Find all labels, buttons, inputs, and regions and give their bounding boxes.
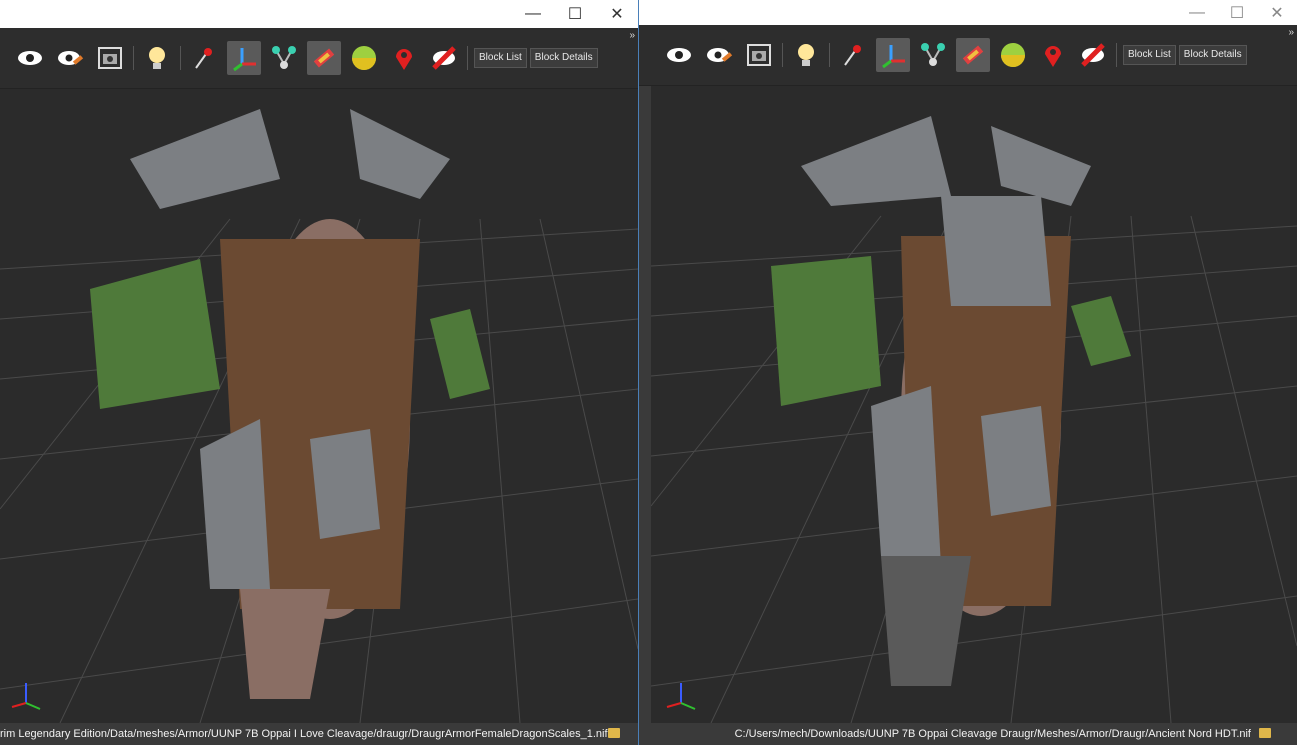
render-viewport[interactable] xyxy=(651,86,1297,723)
maximize-button[interactable]: ☐ xyxy=(1217,0,1257,25)
armor-model-render xyxy=(0,109,638,723)
eye-edit-icon[interactable] xyxy=(53,41,87,75)
minimize-button[interactable]: — xyxy=(512,0,554,28)
folder-icon[interactable] xyxy=(1259,728,1271,738)
file-path-label: rim Legendary Edition/Data/meshes/Armor/… xyxy=(0,728,608,740)
toolbar: Block List Block Details » xyxy=(0,28,638,89)
light-bulb-icon[interactable] xyxy=(140,41,174,75)
minimize-button[interactable]: — xyxy=(1177,0,1217,25)
screenshot-icon[interactable] xyxy=(93,41,127,75)
title-bar: — ☐ ✕ xyxy=(639,0,1297,25)
light-bulb-icon[interactable] xyxy=(789,38,823,72)
block-details-button[interactable]: Block Details xyxy=(1178,45,1247,65)
texture-icon[interactable] xyxy=(956,38,990,72)
status-bar: rim Legendary Edition/Data/meshes/Armor/… xyxy=(0,723,638,745)
eye-edit-icon[interactable] xyxy=(702,38,736,72)
toolbar-separator xyxy=(133,46,134,70)
toolbar-separator xyxy=(467,46,468,70)
nodes-icon[interactable] xyxy=(916,38,950,72)
axis-gizmo xyxy=(11,683,41,710)
toolbar-separator xyxy=(829,43,830,67)
nodes-icon[interactable] xyxy=(267,41,301,75)
axes-tool-icon[interactable] xyxy=(227,41,261,75)
location-icon[interactable] xyxy=(1036,38,1070,72)
color-wheel-icon[interactable] xyxy=(347,41,381,75)
left-nifskope-window: — ☐ ✕ Block List Block Details » rim Leg… xyxy=(0,0,639,745)
eye-icon[interactable] xyxy=(662,38,696,72)
status-bar: C:/Users/mech/Downloads/UUNP 7B Oppai Cl… xyxy=(639,723,1297,745)
texture-icon[interactable] xyxy=(307,41,341,75)
close-button[interactable]: ✕ xyxy=(1257,0,1297,25)
title-bar: — ☐ ✕ xyxy=(0,0,638,28)
color-wheel-icon[interactable] xyxy=(996,38,1030,72)
toolbar-separator xyxy=(1116,43,1117,67)
block-details-button[interactable]: Block Details xyxy=(529,48,598,68)
toolbar-separator xyxy=(180,46,181,70)
location-icon[interactable] xyxy=(387,41,421,75)
pin-icon[interactable] xyxy=(836,38,870,72)
file-path-label: C:/Users/mech/Downloads/UUNP 7B Oppai Cl… xyxy=(734,728,1251,740)
render-viewport[interactable] xyxy=(0,89,638,723)
block-list-button[interactable]: Block List xyxy=(474,48,527,68)
no-eye-icon[interactable] xyxy=(1076,38,1110,72)
toolbar-separator xyxy=(782,43,783,67)
axes-tool-icon[interactable] xyxy=(876,38,910,72)
screenshot-icon[interactable] xyxy=(742,38,776,72)
maximize-button[interactable]: ☐ xyxy=(554,0,596,28)
no-eye-icon[interactable] xyxy=(427,41,461,75)
toolbar: Block List Block Details » xyxy=(639,25,1297,86)
eye-icon[interactable] xyxy=(13,41,47,75)
armor-model-render xyxy=(651,116,1297,723)
folder-icon[interactable] xyxy=(608,728,620,738)
block-list-button[interactable]: Block List xyxy=(1123,45,1176,65)
dock-splitter[interactable] xyxy=(639,86,651,723)
pin-icon[interactable] xyxy=(187,41,221,75)
close-button[interactable]: ✕ xyxy=(596,0,638,28)
toolbar-overflow-icon[interactable]: » xyxy=(629,30,635,41)
right-nifskope-window: — ☐ ✕ Block List Block Details » C:/User… xyxy=(639,0,1297,745)
toolbar-overflow-icon[interactable]: » xyxy=(1288,27,1294,38)
axis-gizmo xyxy=(666,683,696,710)
